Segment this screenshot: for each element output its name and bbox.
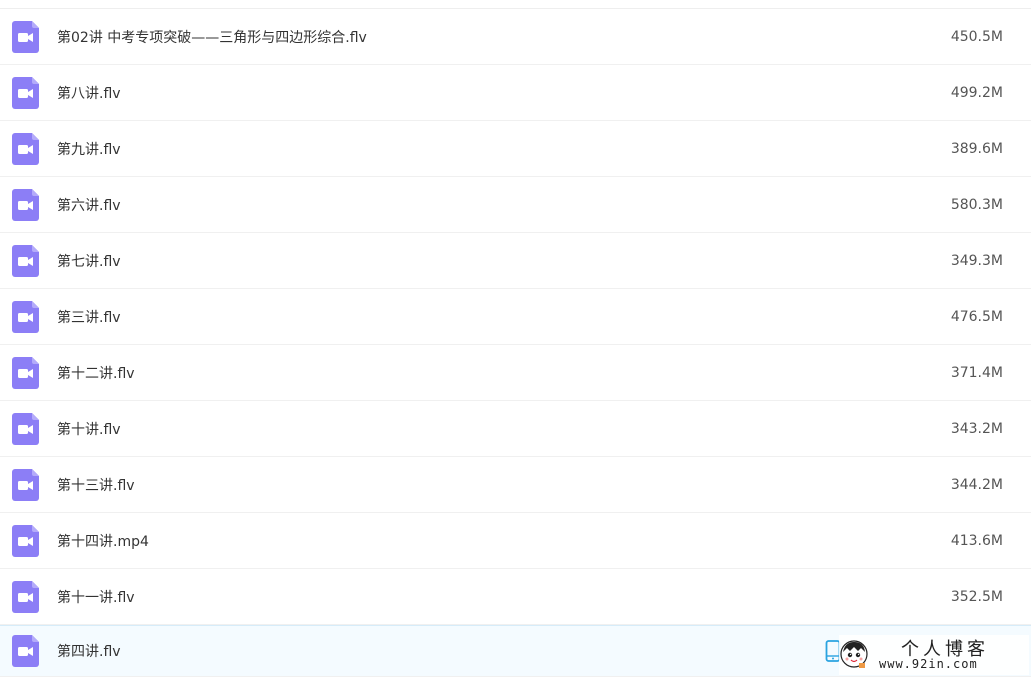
video-file-icon <box>12 356 39 389</box>
file-name[interactable]: 第六讲.flv <box>57 195 121 215</box>
file-name[interactable]: 第十一讲.flv <box>57 587 135 607</box>
file-row[interactable]: 第三讲.flv 476.5M <box>0 289 1031 345</box>
file-size: 413.6M <box>950 532 1003 549</box>
file-size: 344.2M <box>950 476 1003 493</box>
blog-watermark: 个人博客 www.92in.com <box>839 635 1029 675</box>
video-file-icon <box>12 76 39 109</box>
file-row[interactable]: 第七讲.flv 349.3M <box>0 233 1031 289</box>
file-row[interactable]: 第六讲.flv 580.3M <box>0 177 1031 233</box>
cartoon-avatar-icon <box>840 640 868 668</box>
file-row[interactable]: 第十二讲.flv 371.4M <box>0 345 1031 401</box>
file-size: 389.6M <box>950 140 1003 157</box>
file-name[interactable]: 第十二讲.flv <box>57 363 135 383</box>
video-file-icon <box>12 524 39 557</box>
file-row[interactable]: 第02讲 中考专项突破——三角形与四边形综合.flv 450.5M <box>0 9 1031 65</box>
video-file-icon <box>12 300 39 333</box>
file-name[interactable]: 第七讲.flv <box>57 251 121 271</box>
file-size: 499.2M <box>950 84 1003 101</box>
file-name[interactable]: 第三讲.flv <box>57 307 121 327</box>
file-name[interactable]: 第四讲.flv <box>57 641 121 661</box>
video-file-icon <box>12 244 39 277</box>
file-size: 349.3M <box>950 252 1003 269</box>
file-row[interactable]: 第十三讲.flv 344.2M <box>0 457 1031 513</box>
video-file-icon <box>12 412 39 445</box>
file-size: 371.4M <box>950 364 1003 381</box>
file-name[interactable]: 第八讲.flv <box>57 83 121 103</box>
video-file-icon <box>12 580 39 613</box>
file-size: 343.2M <box>950 420 1003 437</box>
file-row[interactable]: 第十一讲.flv 352.5M <box>0 569 1031 625</box>
video-file-icon <box>12 468 39 501</box>
video-file-icon <box>12 20 39 53</box>
file-name[interactable]: 第02讲 中考专项突破——三角形与四边形综合.flv <box>57 27 367 47</box>
file-name[interactable]: 第九讲.flv <box>57 139 121 159</box>
file-size: 450.5M <box>950 28 1003 45</box>
watermark-url: www.92in.com <box>879 657 978 671</box>
file-row[interactable]: 第十四讲.mp4 413.6M <box>0 513 1031 569</box>
video-file-icon <box>12 188 39 221</box>
file-size: 476.5M <box>950 308 1003 325</box>
video-file-icon <box>12 132 39 165</box>
file-size: 352.5M <box>950 588 1003 605</box>
video-file-icon <box>12 635 39 667</box>
file-list: 第02讲 中考专项突破——三角形与四边形综合.flv 450.5M 第八讲.flv 4… <box>0 9 1031 677</box>
file-name[interactable]: 第十讲.flv <box>57 419 121 439</box>
file-size: 580.3M <box>950 196 1003 213</box>
file-row[interactable]: 第八讲.flv 499.2M <box>0 65 1031 121</box>
file-row[interactable]: 第十讲.flv 343.2M <box>0 401 1031 457</box>
file-name[interactable]: 第十四讲.mp4 <box>57 531 149 551</box>
file-row[interactable]: 第九讲.flv 389.6M <box>0 121 1031 177</box>
file-name[interactable]: 第十三讲.flv <box>57 475 135 495</box>
